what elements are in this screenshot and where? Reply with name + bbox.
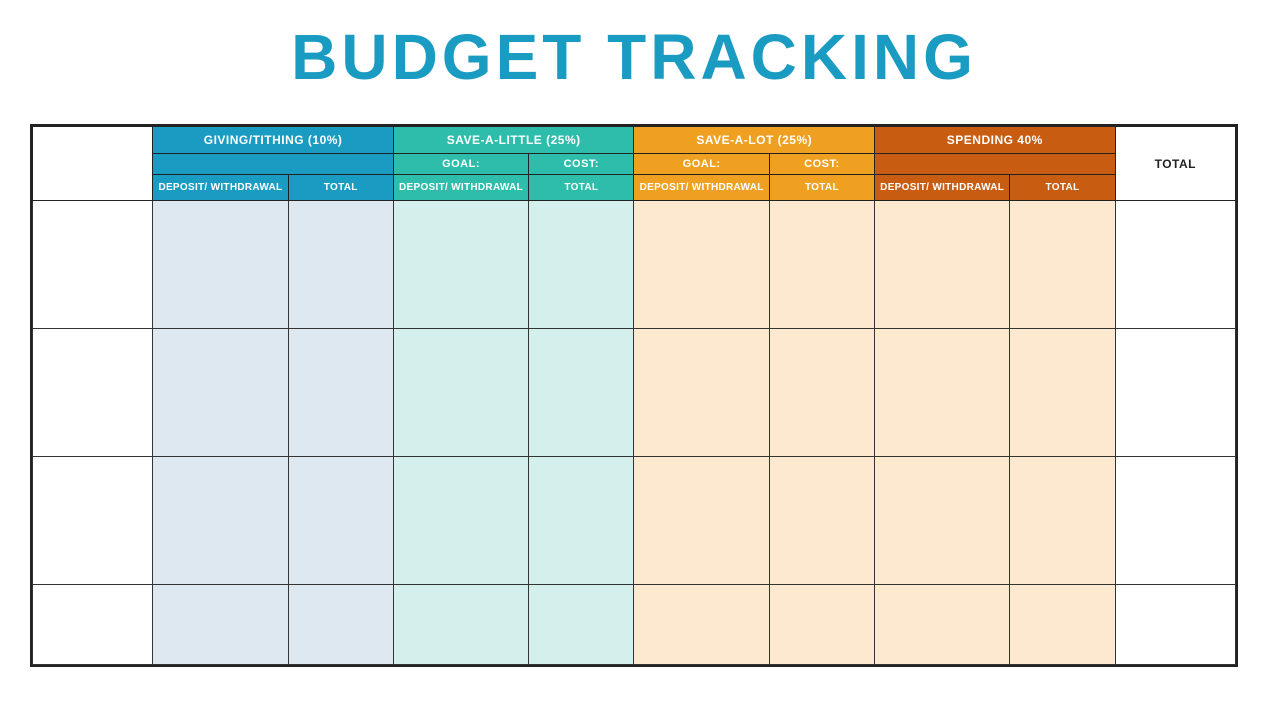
date-cell[interactable] <box>33 457 153 585</box>
spending-header: SPENDING 40% <box>875 127 1116 154</box>
save-lot-dep-cell[interactable] <box>634 201 769 329</box>
header-row-1: DATE GIVING/TITHING (10%) SAVE-A-LITTLE … <box>33 127 1236 154</box>
grand-total-cell[interactable] <box>1115 585 1235 665</box>
save-little-total-cell[interactable] <box>529 329 634 457</box>
save-lot-dep-header: DEPOSIT/ WITHDRAWAL <box>634 175 769 201</box>
spending-dep-cell[interactable] <box>875 457 1010 585</box>
date-header: DATE <box>33 127 153 201</box>
save-lot-dep-cell[interactable] <box>634 329 769 457</box>
date-cell[interactable] <box>33 585 153 665</box>
giving-header: GIVING/TITHING (10%) <box>153 127 394 154</box>
spending-dep-cell[interactable] <box>875 585 1010 665</box>
spending-total-cell[interactable] <box>1010 457 1115 585</box>
save-lot-dep-cell[interactable] <box>634 585 769 665</box>
save-lot-header: SAVE-A-LOT (25%) <box>634 127 875 154</box>
table-row <box>33 585 1236 665</box>
save-lot-total-header: TOTAL <box>769 175 874 201</box>
save-little-dep-header: DEPOSIT/ WITHDRAWAL <box>393 175 528 201</box>
table-row <box>33 457 1236 585</box>
giving-dep-cell[interactable] <box>153 457 288 585</box>
save-lot-cost: COST: <box>769 154 874 175</box>
save-little-header: SAVE-A-LITTLE (25%) <box>393 127 634 154</box>
save-little-dep-cell[interactable] <box>393 457 528 585</box>
spending-dep-cell[interactable] <box>875 201 1010 329</box>
save-little-cost: COST: <box>529 154 634 175</box>
grand-total-cell[interactable] <box>1115 457 1235 585</box>
save-little-total-cell[interactable] <box>529 457 634 585</box>
page-title: BUDGET TRACKING <box>30 20 1238 94</box>
spending-dep-header: DEPOSIT/ WITHDRAWAL <box>875 175 1010 201</box>
save-little-dep-cell[interactable] <box>393 585 528 665</box>
budget-table-wrapper: DATE GIVING/TITHING (10%) SAVE-A-LITTLE … <box>30 124 1238 667</box>
save-lot-total-cell[interactable] <box>769 329 874 457</box>
spending-total-cell[interactable] <box>1010 585 1115 665</box>
save-lot-dep-cell[interactable] <box>634 457 769 585</box>
spending-total-header: TOTAL <box>1010 175 1115 201</box>
giving-dep-cell[interactable] <box>153 201 288 329</box>
date-cell[interactable] <box>33 201 153 329</box>
total-header: TOTAL <box>1115 127 1235 201</box>
save-little-dep-cell[interactable] <box>393 329 528 457</box>
header-row-2: GOAL: COST: GOAL: COST: <box>33 154 1236 175</box>
giving-dep-header: DEPOSIT/ WITHDRAWAL <box>153 175 288 201</box>
giving-total-cell[interactable] <box>288 585 393 665</box>
spending-total-cell[interactable] <box>1010 201 1115 329</box>
grand-total-cell[interactable] <box>1115 201 1235 329</box>
date-cell[interactable] <box>33 329 153 457</box>
save-little-total-cell[interactable] <box>529 585 634 665</box>
table-body <box>33 201 1236 665</box>
table-row <box>33 201 1236 329</box>
save-lot-goal: GOAL: <box>634 154 769 175</box>
save-lot-total-cell[interactable] <box>769 457 874 585</box>
save-lot-total-cell[interactable] <box>769 585 874 665</box>
giving-dep-cell[interactable] <box>153 585 288 665</box>
save-little-total-cell[interactable] <box>529 201 634 329</box>
giving-dep-cell[interactable] <box>153 329 288 457</box>
save-little-dep-cell[interactable] <box>393 201 528 329</box>
save-little-total-header: TOTAL <box>529 175 634 201</box>
page-container: BUDGET TRACKING DATE GIVING/TITHING (10%… <box>0 0 1268 722</box>
giving-total-cell[interactable] <box>288 201 393 329</box>
giving-total-cell[interactable] <box>288 329 393 457</box>
giving-spacer <box>153 154 394 175</box>
giving-total-cell[interactable] <box>288 457 393 585</box>
giving-total-header: TOTAL <box>288 175 393 201</box>
table-row <box>33 329 1236 457</box>
save-lot-total-cell[interactable] <box>769 201 874 329</box>
header-row-3: DEPOSIT/ WITHDRAWAL TOTAL DEPOSIT/ WITHD… <box>33 175 1236 201</box>
grand-total-cell[interactable] <box>1115 329 1235 457</box>
budget-table: DATE GIVING/TITHING (10%) SAVE-A-LITTLE … <box>32 126 1236 665</box>
spending-dep-cell[interactable] <box>875 329 1010 457</box>
spending-total-cell[interactable] <box>1010 329 1115 457</box>
spending-spacer <box>875 154 1116 175</box>
save-little-goal: GOAL: <box>393 154 528 175</box>
